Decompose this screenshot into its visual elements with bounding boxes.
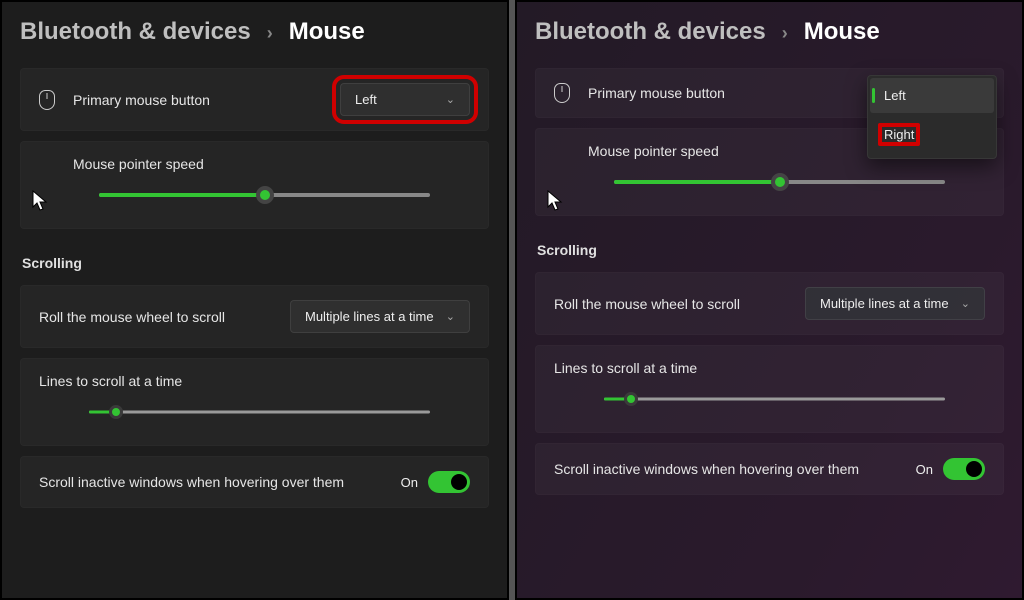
- mouse-icon: [39, 90, 55, 110]
- settings-pane-open: Bluetooth & devices › Mouse Primary mous…: [515, 0, 1024, 600]
- pointer-speed-slider[interactable]: [614, 177, 945, 187]
- chevron-right-icon: ›: [267, 23, 273, 44]
- slider-thumb[interactable]: [624, 392, 638, 406]
- inactive-windows-label: Scroll inactive windows when hovering ov…: [39, 474, 383, 490]
- inactive-windows-toggle[interactable]: [943, 458, 985, 480]
- lines-scroll-label: Lines to scroll at a time: [554, 360, 985, 376]
- mouse-icon: [554, 83, 570, 103]
- lines-scroll-label: Lines to scroll at a time: [39, 373, 470, 389]
- roll-wheel-card: Roll the mouse wheel to scroll Multiple …: [535, 272, 1004, 335]
- breadcrumb-parent[interactable]: Bluetooth & devices: [535, 18, 766, 46]
- lines-scroll-slider[interactable]: [604, 394, 945, 404]
- chevron-down-icon: ⌄: [446, 310, 455, 323]
- primary-button-label: Primary mouse button: [588, 85, 837, 101]
- roll-wheel-select[interactable]: Multiple lines at a time ⌄: [290, 300, 470, 333]
- roll-wheel-label: Roll the mouse wheel to scroll: [554, 296, 787, 312]
- breadcrumb-current: Mouse: [289, 18, 365, 46]
- roll-wheel-select[interactable]: Multiple lines at a time ⌄: [805, 287, 985, 320]
- scrolling-heading: Scrolling: [537, 242, 1004, 258]
- pointer-speed-label: Mouse pointer speed: [73, 156, 470, 172]
- primary-button-card: Primary mouse button Left Right: [535, 68, 1004, 118]
- scrolling-heading: Scrolling: [22, 255, 489, 271]
- pointer-speed-card: Mouse pointer speed: [20, 141, 489, 229]
- lines-scroll-card: Lines to scroll at a time: [20, 358, 489, 446]
- chevron-down-icon: ⌄: [961, 297, 970, 310]
- breadcrumb-current: Mouse: [804, 18, 880, 46]
- slider-thumb[interactable]: [109, 405, 123, 419]
- comparison-stage: Bluetooth & devices › Mouse Primary mous…: [0, 0, 1024, 600]
- primary-button-value: Left: [355, 92, 377, 107]
- inactive-windows-state: On: [401, 475, 418, 490]
- dropdown-option-left[interactable]: Left: [870, 78, 994, 113]
- primary-button-dropdown[interactable]: Left Right: [867, 75, 997, 159]
- breadcrumb: Bluetooth & devices › Mouse: [535, 18, 1004, 46]
- inactive-windows-label: Scroll inactive windows when hovering ov…: [554, 461, 898, 477]
- breadcrumb-parent[interactable]: Bluetooth & devices: [20, 18, 251, 46]
- chevron-down-icon: ⌄: [446, 93, 455, 106]
- roll-wheel-value: Multiple lines at a time: [820, 296, 949, 311]
- inactive-windows-toggle[interactable]: [428, 471, 470, 493]
- dropdown-option-right[interactable]: Right: [870, 113, 994, 156]
- pointer-speed-slider[interactable]: [99, 190, 430, 200]
- primary-button-card: Primary mouse button Left ⌄: [20, 68, 489, 131]
- primary-button-select[interactable]: Left ⌄: [340, 83, 470, 116]
- inactive-windows-card: Scroll inactive windows when hovering ov…: [535, 443, 1004, 495]
- roll-wheel-card: Roll the mouse wheel to scroll Multiple …: [20, 285, 489, 348]
- chevron-right-icon: ›: [782, 23, 788, 44]
- primary-button-label: Primary mouse button: [73, 92, 322, 108]
- slider-thumb[interactable]: [771, 173, 789, 191]
- inactive-windows-card: Scroll inactive windows when hovering ov…: [20, 456, 489, 508]
- slider-thumb[interactable]: [256, 186, 274, 204]
- roll-wheel-label: Roll the mouse wheel to scroll: [39, 309, 272, 325]
- breadcrumb: Bluetooth & devices › Mouse: [20, 18, 489, 46]
- lines-scroll-slider[interactable]: [89, 407, 430, 417]
- roll-wheel-value: Multiple lines at a time: [305, 309, 434, 324]
- settings-pane-closed: Bluetooth & devices › Mouse Primary mous…: [0, 0, 509, 600]
- inactive-windows-state: On: [916, 462, 933, 477]
- lines-scroll-card: Lines to scroll at a time: [535, 345, 1004, 433]
